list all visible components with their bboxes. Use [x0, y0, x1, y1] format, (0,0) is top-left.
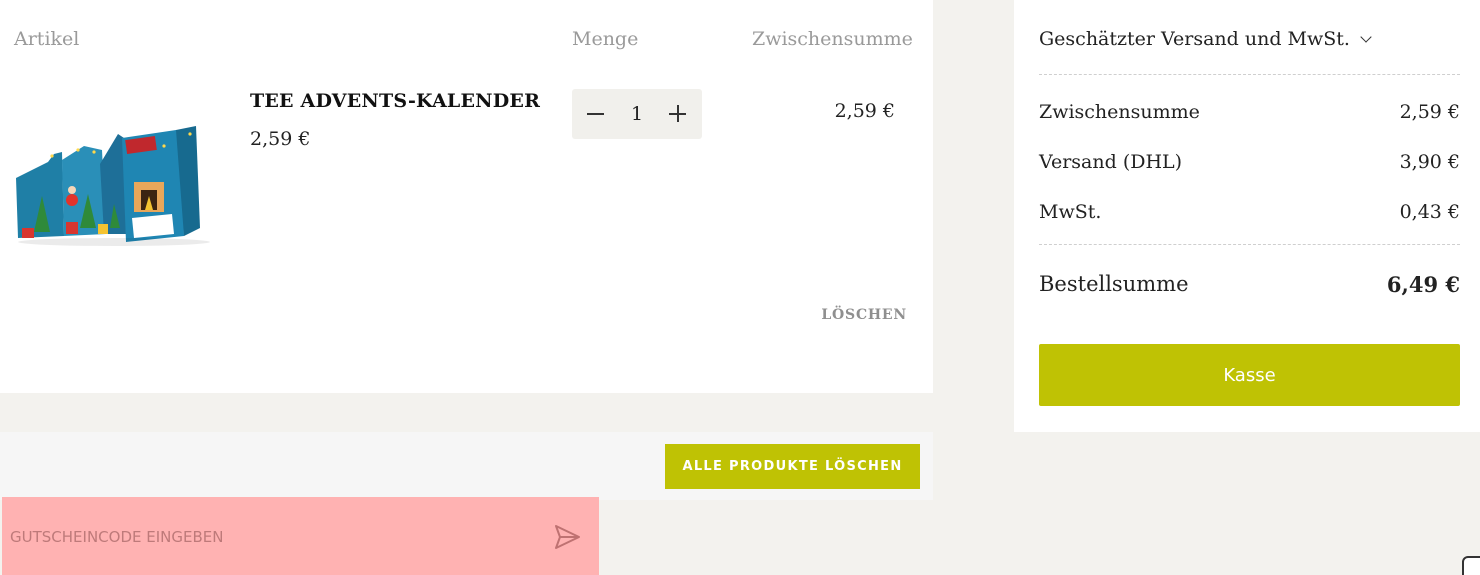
coupon-section — [2, 497, 599, 575]
summary-label: Zwischensumme — [1039, 101, 1200, 123]
send-icon[interactable] — [553, 524, 581, 550]
chevron-down-icon — [1360, 31, 1372, 43]
summary-label: MwSt. — [1039, 201, 1102, 223]
clear-all-products-button[interactable]: ALLE PRODUKTE LÖSCHEN — [665, 444, 920, 489]
column-header-item: Artikel — [14, 28, 80, 50]
total-label: Bestellsumme — [1039, 272, 1189, 296]
checkout-button[interactable]: Kasse — [1039, 344, 1460, 406]
product-price: 2,59 € — [250, 128, 311, 150]
summary-label: Versand (DHL) — [1039, 151, 1183, 173]
total-value: 6,49 € — [1386, 272, 1460, 297]
chat-widget[interactable] — [1462, 556, 1480, 575]
cart-action-bar: ALLE PRODUKTE LÖSCHEN — [0, 432, 933, 500]
calendar-enjoy-sign — [132, 214, 174, 238]
column-header-quantity: Menge — [572, 28, 639, 50]
product-image[interactable] — [14, 124, 214, 248]
line-subtotal: 2,59 € — [834, 100, 895, 122]
shipping-tax-estimate-toggle[interactable]: Geschätzter Versand und MwSt. — [1039, 28, 1372, 50]
quantity-stepper: 1 — [572, 89, 702, 139]
cart-panel: Artikel Menge Zwischensumme TEE ADVENTS-… — [0, 0, 933, 393]
coupon-input[interactable] — [8, 505, 593, 569]
summary-value: 0,43 € — [1399, 201, 1460, 223]
divider — [1039, 244, 1460, 245]
summary-value: 2,59 € — [1399, 101, 1460, 123]
summary-value: 3,90 € — [1399, 151, 1460, 173]
order-summary: Geschätzter Versand und MwSt. Zwischensu… — [1014, 0, 1480, 432]
minus-icon[interactable] — [584, 100, 608, 128]
estimate-label: Geschätzter Versand und MwSt. — [1039, 28, 1350, 50]
delete-item-button[interactable]: LÖSCHEN — [821, 307, 907, 323]
plus-icon[interactable] — [666, 100, 690, 128]
product-name[interactable]: TEE ADVENTS-KALENDER — [250, 90, 540, 112]
divider — [1039, 74, 1460, 75]
column-header-subtotal: Zwischensumme — [752, 28, 913, 50]
